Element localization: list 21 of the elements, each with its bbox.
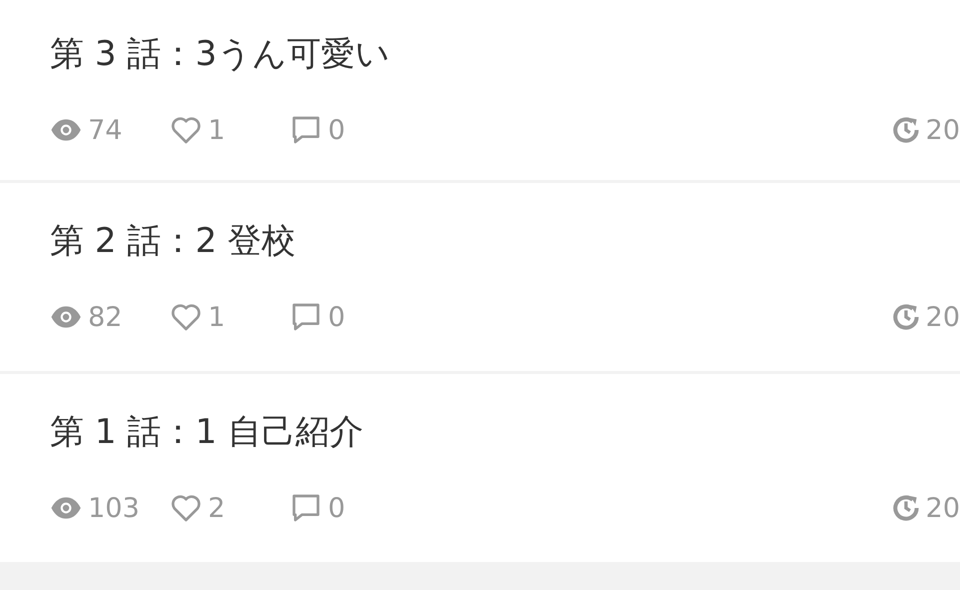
like-count: 2	[208, 492, 226, 524]
comment-icon	[290, 492, 322, 524]
date-text: 20	[926, 492, 960, 524]
episode-title: 第 3 話：3うん可愛い	[50, 34, 391, 74]
comment-icon	[290, 301, 322, 334]
view-count: 103	[88, 492, 140, 524]
comment-count: 0	[328, 492, 346, 524]
episode-row[interactable]: 第 2 話：2 登校 82 1 0 20	[0, 183, 960, 371]
comment-count: 0	[328, 302, 346, 333]
episode-row[interactable]: 第 1 話：1 自己紹介 103 2 0 20	[0, 374, 960, 562]
episode-title: 第 2 話：2 登校	[50, 220, 297, 262]
like-count: 1	[208, 302, 226, 333]
like-count: 1	[208, 114, 226, 146]
comment-count: 0	[328, 114, 346, 146]
episode-row[interactable]: 第 3 話：3うん可愛い 74 1 0 20	[0, 0, 960, 180]
comment-icon	[290, 114, 322, 146]
view-count: 74	[88, 114, 122, 146]
episode-title: 第 1 話：1 自己紹介	[50, 412, 365, 452]
date-text: 20	[926, 302, 960, 333]
view-count: 82	[88, 302, 122, 333]
date-text: 20	[926, 114, 960, 146]
